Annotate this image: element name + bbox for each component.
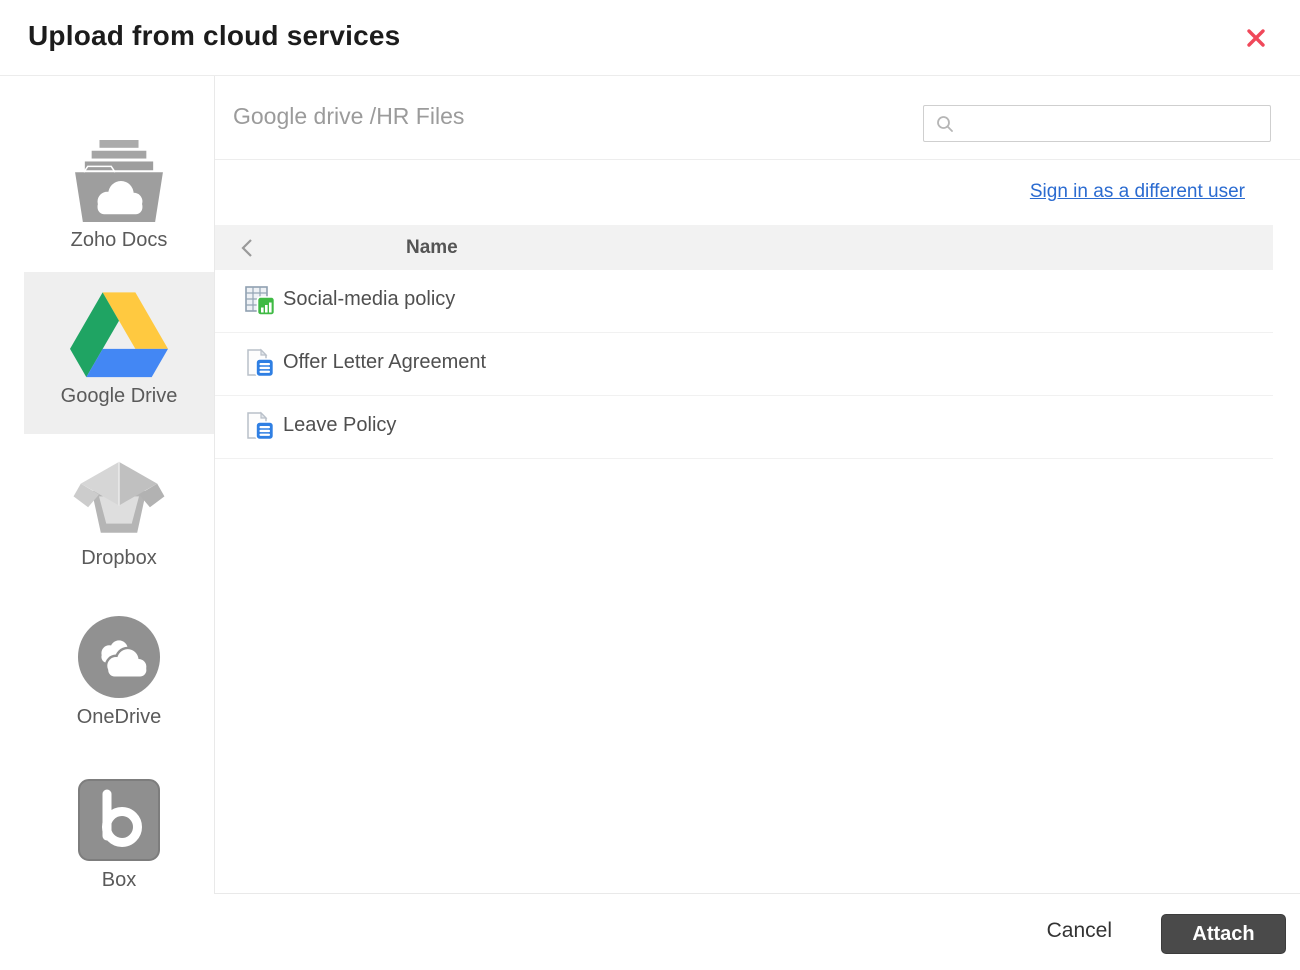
sign-in-different-user-link[interactable]: Sign in as a different user xyxy=(1030,181,1245,203)
dialog-footer: Cancel Attach xyxy=(214,894,1300,970)
spreadsheet-file-icon xyxy=(245,285,277,317)
cloud-services-sidebar: Zoho Docs Google Drive Dropbox OneDrive … xyxy=(0,76,214,970)
onedrive-cloud-icon xyxy=(24,615,214,699)
breadcrumb: Google drive /HR Files xyxy=(233,103,465,129)
sidebar-item-label: OneDrive xyxy=(76,706,162,728)
signin-row: Sign in as a different user xyxy=(215,160,1300,225)
file-row[interactable]: Social-media policy xyxy=(215,270,1273,333)
search-box[interactable] xyxy=(923,105,1271,142)
sidebar-item-onedrive[interactable]: OneDrive xyxy=(24,615,214,729)
zoho-docs-folder-icon xyxy=(24,140,214,222)
file-browser-panel: Google drive /HR Files Sign in as a diff… xyxy=(214,76,1300,894)
search-input[interactable] xyxy=(955,106,1270,141)
file-row[interactable]: Leave Policy xyxy=(215,396,1273,459)
file-name: Offer Letter Agreement xyxy=(283,351,487,373)
chevron-left-icon[interactable] xyxy=(239,237,255,259)
column-header-name: Name xyxy=(406,237,458,258)
sidebar-item-label: Zoho Docs xyxy=(70,229,168,251)
sidebar-item-dropbox[interactable]: Dropbox xyxy=(24,460,214,570)
search-icon xyxy=(935,114,955,134)
file-row[interactable]: Offer Letter Agreement xyxy=(215,333,1273,396)
sidebar-item-box[interactable]: Box xyxy=(24,778,214,892)
file-name: Leave Policy xyxy=(283,414,397,436)
file-table: Name Social-media policy Offer Letter Ag… xyxy=(215,225,1273,459)
box-b-icon xyxy=(24,778,214,862)
close-icon[interactable] xyxy=(1244,26,1268,50)
breadcrumb-toolbar: Google drive /HR Files xyxy=(215,76,1300,160)
sidebar-item-label: Google Drive xyxy=(60,385,178,407)
document-file-icon xyxy=(245,348,277,380)
sidebar-item-label: Dropbox xyxy=(81,547,157,569)
cancel-button[interactable]: Cancel xyxy=(1047,919,1112,943)
dialog-header: Upload from cloud services xyxy=(0,0,1300,76)
dialog-title: Upload from cloud services xyxy=(28,20,401,51)
document-file-icon xyxy=(245,411,277,443)
file-name: Social-media policy xyxy=(283,288,456,310)
sidebar-item-google-drive[interactable]: Google Drive xyxy=(24,272,214,434)
table-header: Name xyxy=(215,225,1273,270)
attach-button[interactable]: Attach xyxy=(1161,914,1286,954)
sidebar-item-label: Box xyxy=(101,869,137,891)
dropbox-box-icon xyxy=(24,460,214,540)
sidebar-item-zoho-docs[interactable]: Zoho Docs xyxy=(24,140,214,252)
google-drive-icon xyxy=(24,292,214,378)
